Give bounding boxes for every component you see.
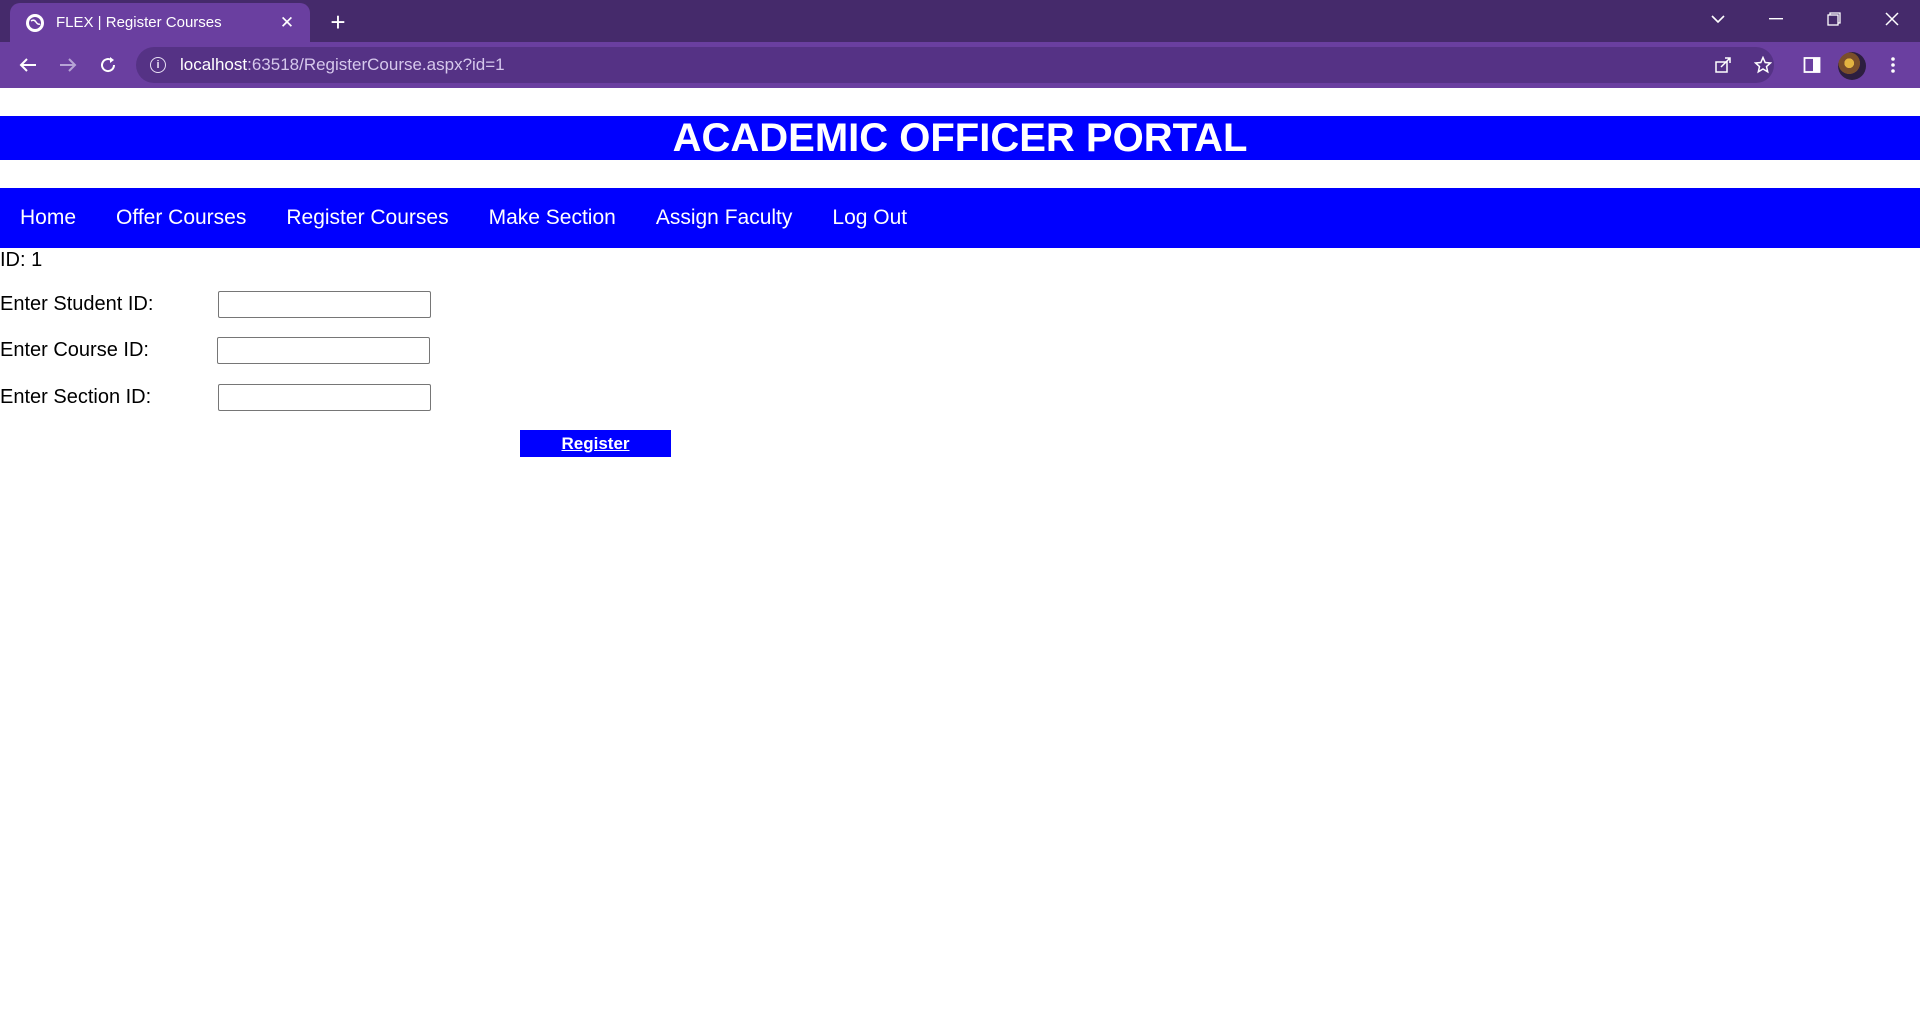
student-id-label: Enter Student ID: [0,292,154,315]
share-icon[interactable] [1708,50,1738,80]
main-menu: Home Offer Courses Register Courses Make… [0,188,1920,248]
section-id-row: Enter Section ID: [0,382,431,412]
bookmark-star-icon[interactable] [1748,50,1778,80]
browser-toolbar: i localhost:63518/RegisterCourse.aspx?id… [0,42,1920,88]
restore-icon[interactable] [1806,0,1862,38]
portal-title: ACADEMIC OFFICER PORTAL [0,116,1920,160]
page-content: ACADEMIC OFFICER PORTAL Home Offer Cours… [0,88,1920,1020]
globe-icon [26,13,44,32]
section-id-label: Enter Section ID: [0,385,152,408]
forward-icon[interactable] [52,49,84,81]
url-path: :63518/RegisterCourse.aspx?id=1 [247,55,505,74]
student-id-row: Enter Student ID: [0,289,431,319]
address-bar[interactable]: i localhost:63518/RegisterCourse.aspx?id… [136,47,1774,83]
section-id-input[interactable] [218,383,431,411]
side-panel-icon[interactable] [1797,50,1827,80]
minimize-icon[interactable] [1748,0,1804,38]
course-id-label: Enter Course ID: [0,338,149,361]
url-host: localhost [180,55,248,74]
browser-tab[interactable]: FLEX | Register Courses ✕ [10,3,310,42]
menu-item-home[interactable]: Home [20,206,76,230]
close-tab-icon[interactable]: ✕ [276,12,298,34]
register-button[interactable]: Register [520,430,671,457]
student-id-input[interactable] [218,290,431,318]
tab-search-icon[interactable] [1690,0,1746,38]
course-id-input[interactable] [217,336,430,364]
browser-tab-strip: FLEX | Register Courses ✕ + [0,0,1920,42]
menu-item-log-out[interactable]: Log Out [832,206,907,230]
course-id-row: Enter Course ID: [0,335,430,365]
officer-id-label: ID: 1 [0,249,43,271]
menu-item-offer-courses[interactable]: Offer Courses [116,206,246,230]
site-info-icon[interactable]: i [150,57,166,73]
profile-avatar[interactable] [1838,52,1866,80]
menu-item-register-courses[interactable]: Register Courses [286,206,448,230]
more-menu-icon[interactable] [1878,50,1908,80]
reload-icon[interactable] [92,49,124,81]
back-icon[interactable] [12,49,44,81]
close-window-icon[interactable] [1864,0,1920,38]
menu-item-assign-faculty[interactable]: Assign Faculty [656,206,793,230]
menu-item-make-section[interactable]: Make Section [489,206,616,230]
new-tab-icon[interactable]: + [322,6,354,38]
tab-title: FLEX | Register Courses [56,14,222,31]
